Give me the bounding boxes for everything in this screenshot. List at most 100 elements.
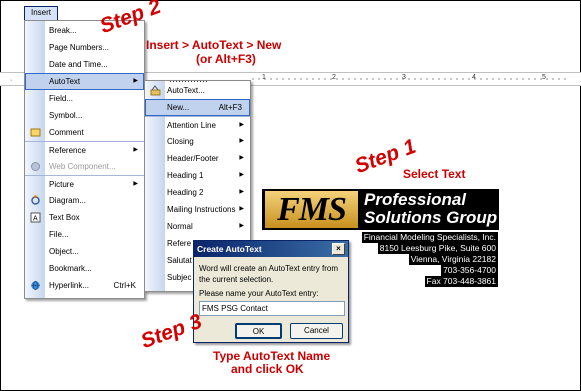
menu-shortcut: Alt+F3: [218, 103, 242, 112]
contact-line: 703-356-4700: [441, 265, 498, 276]
menu-item-autotext-dialog[interactable]: AutoText...: [145, 80, 250, 99]
menu-item-label: AutoText: [49, 77, 81, 86]
menu-item-symbol[interactable]: Symbol...: [25, 107, 144, 124]
menu-item-comment[interactable]: Comment: [25, 124, 144, 141]
submenu-arrow-icon: ▶: [239, 122, 244, 128]
contact-line: Vienna, Virginia 22182: [408, 254, 498, 265]
menu-item-attention-line[interactable]: Attention Line ▶: [145, 116, 250, 133]
svg-text:A: A: [33, 216, 38, 223]
submenu-arrow-icon: ▶: [239, 138, 244, 144]
ruler-number: 3: [402, 74, 406, 81]
contact-block: Financial Modeling Specialists, Inc. 815…: [361, 232, 498, 287]
menu-item-bookmark[interactable]: Bookmark...: [25, 260, 144, 277]
menu-item-label: Object...: [49, 247, 79, 256]
menu-item-object[interactable]: Object...: [25, 243, 144, 260]
menu-item-page-numbers[interactable]: Page Numbers...: [25, 39, 144, 56]
menu-item-web-component[interactable]: Web Component...: [25, 158, 144, 175]
menu-item-label: Reference: [49, 146, 86, 155]
menu-item-text-box[interactable]: A Text Box: [25, 209, 144, 226]
menu-item-label: Heading 1: [167, 171, 204, 180]
hyperlink-icon: [30, 280, 41, 291]
menu-shortcut: Ctrl+K: [113, 281, 136, 290]
menu-insert[interactable]: Insert: [24, 6, 58, 20]
menu-item-label: Subjec: [167, 273, 192, 282]
menu-drag-handle[interactable]: [169, 80, 209, 83]
contact-line: Fax 703-448-3861: [424, 276, 498, 287]
contact-line: 8150 Leesburg Pike, Suite 600: [377, 243, 498, 254]
logo-fms-text: FMS: [265, 191, 358, 228]
step-1-note: Select Text: [403, 167, 466, 181]
logo-line-2: Solutions Group: [364, 208, 498, 227]
menu-item-normal[interactable]: Normal ▶: [145, 218, 250, 235]
menu-item-reference[interactable]: Reference ▶: [25, 141, 144, 158]
contact-line: Financial Modeling Specialists, Inc.: [361, 232, 498, 243]
menu-item-label: Mailing Instructions: [167, 205, 236, 214]
menu-item-label: Hyperlink...: [49, 281, 90, 290]
close-icon[interactable]: ×: [332, 243, 345, 255]
menu-item-label: Refere: [167, 239, 192, 248]
fms-logo: FMS Professional Solutions Group: [262, 189, 499, 230]
menu-item-picture[interactable]: Picture ▶: [25, 175, 144, 192]
ok-button[interactable]: OK: [235, 323, 282, 339]
create-autotext-dialog: Create AutoText × Word will create an Au…: [193, 240, 349, 343]
menu-item-label: Picture: [49, 180, 74, 189]
menu-item-file[interactable]: File...: [25, 226, 144, 243]
menu-item-date-time[interactable]: Date and Time...: [25, 56, 144, 73]
menu-item-label: File...: [49, 230, 69, 239]
menu-item-header-footer[interactable]: Header/Footer ▶: [145, 150, 250, 167]
submenu-arrow-icon: ▶: [239, 206, 244, 212]
menu-item-label: Header/Footer: [167, 154, 219, 163]
step-2-note: Insert > AutoText > New: [146, 38, 282, 52]
menu-item-label: Normal: [167, 222, 193, 231]
ruler-number: 4: [472, 74, 476, 81]
menu-item-label: Page Numbers...: [49, 43, 110, 52]
submenu-arrow-icon: ▶: [239, 155, 244, 161]
menu-item-label: New...: [167, 103, 190, 112]
menu-item-label: Comment: [49, 128, 84, 137]
diagram-icon: [30, 195, 41, 206]
menu-item-label: Web Component...: [49, 162, 116, 171]
menu-item-label: Diagram...: [49, 196, 86, 205]
ruler-number: 5: [542, 74, 546, 81]
submenu-arrow-icon: ▶: [239, 172, 244, 178]
menu-item-heading-2[interactable]: Heading 2 ▶: [145, 184, 250, 201]
menu-item-label: Date and Time...: [49, 60, 108, 69]
cancel-button[interactable]: Cancel: [290, 323, 343, 339]
insert-menu: Break... Page Numbers... Date and Time..…: [24, 20, 145, 299]
menu-item-closing[interactable]: Closing ▶: [145, 133, 250, 150]
submenu-arrow-icon: ▶: [239, 223, 244, 229]
step-3-note-ok: and click OK: [231, 362, 304, 376]
menu-item-diagram[interactable]: Diagram...: [25, 192, 144, 209]
menu-item-label: AutoText...: [167, 86, 205, 95]
dialog-message: Word will create an AutoText entry from …: [199, 264, 339, 284]
logo-line-1: Professional: [364, 190, 467, 209]
autotext-icon: [150, 85, 161, 96]
menu-item-label: Salutat: [167, 256, 192, 265]
ruler-left-mark: ·: [10, 77, 13, 84]
menu-item-label: Break...: [49, 26, 77, 35]
menu-item-hyperlink[interactable]: Hyperlink... Ctrl+K: [25, 277, 144, 294]
step-2-note-shortcut: (or Alt+F3): [196, 52, 256, 66]
ruler-ticks: [250, 76, 567, 82]
menu-item-heading-1[interactable]: Heading 1 ▶: [145, 167, 250, 184]
text-box-icon: A: [30, 212, 41, 223]
menu-item-new[interactable]: New... Alt+F3: [145, 99, 250, 116]
menu-item-label: Closing: [167, 137, 194, 146]
menu-item-mailing-instructions[interactable]: Mailing Instructions ▶: [145, 201, 250, 218]
menu-item-label: Heading 2: [167, 188, 204, 197]
menu-item-label: Attention Line: [167, 121, 216, 130]
menu-item-label: Field...: [49, 94, 74, 103]
submenu-arrow-icon: ▶: [239, 189, 244, 195]
dialog-title[interactable]: Create AutoText: [194, 241, 348, 257]
web-component-icon: [30, 161, 41, 172]
submenu-arrow-icon: ▶: [133, 78, 138, 84]
step-3-note: Type AutoText Name: [213, 349, 331, 363]
menu-item-label: Text Box: [49, 213, 80, 222]
ruler-number: 2: [332, 74, 336, 81]
ruler-number: 1: [262, 74, 266, 81]
menu-item-autotext[interactable]: AutoText ▶: [25, 73, 144, 90]
submenu-arrow-icon: ▶: [133, 147, 138, 153]
menu-item-field[interactable]: Field...: [25, 90, 144, 107]
autotext-name-input[interactable]: [199, 301, 345, 316]
comment-icon: [30, 127, 41, 138]
